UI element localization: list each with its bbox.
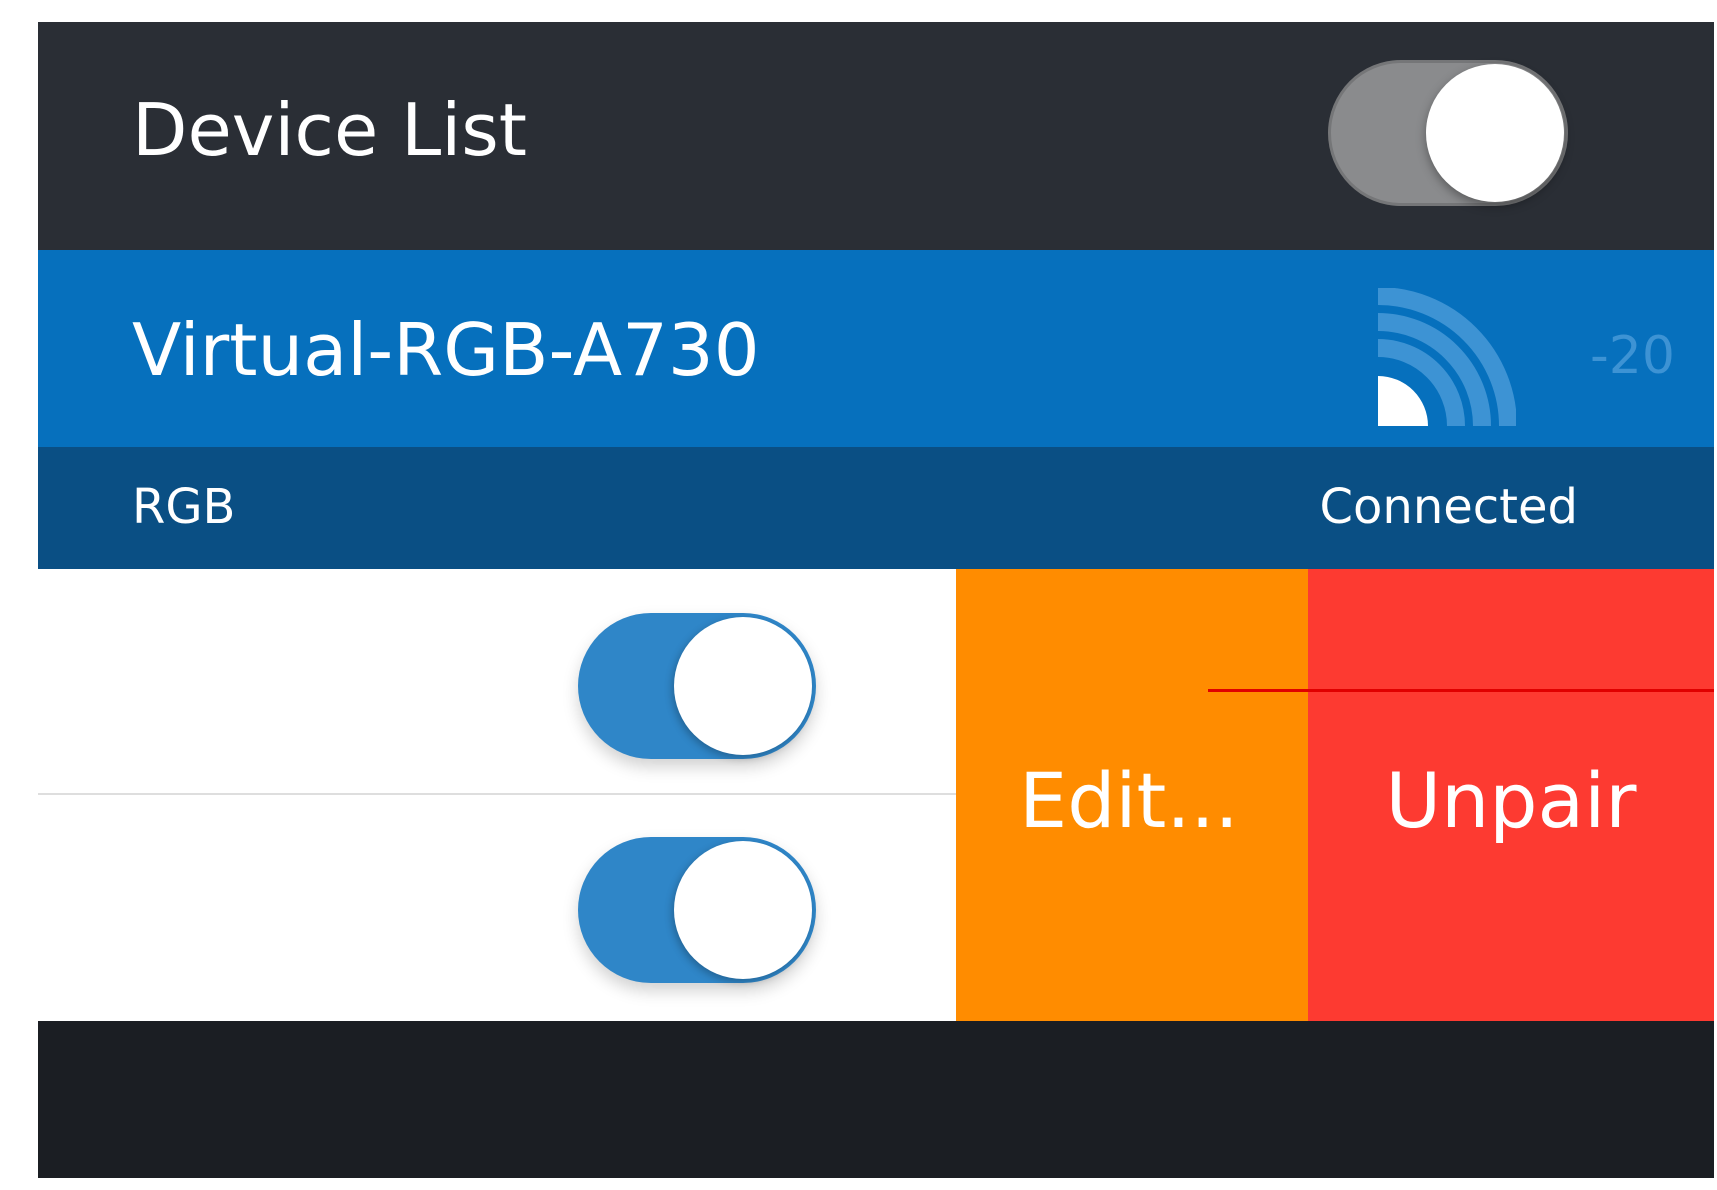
device-options-list [38, 569, 956, 1021]
list-item [38, 795, 956, 1021]
device-name: Virtual-RGB-A730 [132, 308, 760, 392]
list-item [38, 569, 956, 795]
rssi-value: -20 [1590, 326, 1675, 386]
footer-bar [38, 1021, 1714, 1178]
option-toggle-2[interactable] [578, 837, 816, 983]
device-info-bar: RGB Connected [38, 447, 1714, 569]
page-title: Device List [132, 88, 527, 172]
device-type: RGB [132, 479, 236, 535]
edit-button[interactable]: Edit... [956, 569, 1308, 1021]
scan-toggle[interactable] [1328, 60, 1568, 206]
unpair-button[interactable]: Unpair [1308, 569, 1714, 1021]
device-row[interactable]: Virtual-RGB-A730 -20 [38, 250, 1714, 447]
edit-button-label: Edit... [1019, 756, 1239, 845]
connection-status: Connected [1319, 479, 1578, 535]
app-screen: Device List Virtual-RGB-A730 -20 RGB Con… [38, 22, 1714, 1178]
swipe-indicator-line [1208, 689, 1714, 692]
toggle-knob [1426, 64, 1564, 202]
signal-strength-icon [1377, 288, 1516, 427]
toggle-knob [674, 617, 812, 755]
header-bar: Device List [38, 22, 1714, 250]
option-toggle-1[interactable] [578, 613, 816, 759]
toggle-knob [674, 841, 812, 979]
unpair-button-label: Unpair [1385, 756, 1637, 845]
